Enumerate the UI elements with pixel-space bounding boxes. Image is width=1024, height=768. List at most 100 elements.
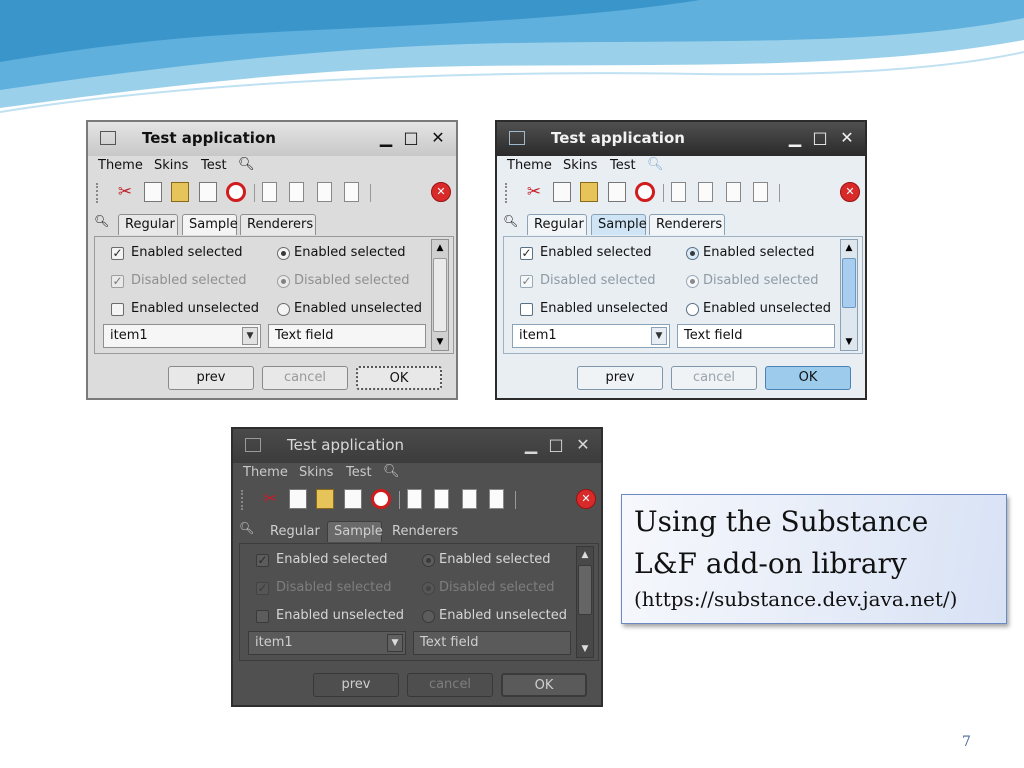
scroll-thumb[interactable] [842,258,856,308]
item-combo-box[interactable]: item1 ▼ [103,324,261,348]
scroll-down-icon[interactable]: ▼ [432,334,448,350]
tab-regular[interactable]: Regular [263,521,323,542]
align-right-icon[interactable] [462,489,477,509]
align-center-icon[interactable] [434,489,449,509]
menu-theme[interactable]: Theme [98,158,143,173]
menu-skins[interactable]: Skins [154,158,188,173]
chevron-down-icon[interactable]: ▼ [387,634,403,652]
checkbox-unchecked[interactable] [520,303,533,316]
checkbox-checked[interactable]: ✓ [111,247,124,260]
title-bar[interactable]: Test application ▁ □ ✕ [497,122,865,156]
radio-selected[interactable] [277,247,290,260]
exit-icon[interactable]: ✕ [431,182,451,202]
item-combo-box[interactable]: item1 ▼ [512,324,670,348]
align-center-icon[interactable] [698,182,713,202]
menu-theme[interactable]: Theme [507,158,552,173]
prev-button[interactable]: prev [577,366,663,390]
exit-icon[interactable]: ✕ [840,182,860,202]
align-left-icon[interactable] [671,182,686,202]
title-bar[interactable]: Test application ▁ □ ✕ [88,122,456,156]
tab-regular[interactable]: Regular [527,214,587,235]
search-icon[interactable]: 🔍︎ [239,521,254,535]
menu-test[interactable]: Test [201,158,227,173]
minimize-icon[interactable]: ▁ [785,128,805,148]
chevron-down-icon[interactable]: ▼ [242,327,258,345]
stop-icon[interactable] [371,489,391,509]
scroll-thumb[interactable] [433,258,447,332]
paste-icon[interactable] [580,182,598,202]
search-icon[interactable]: 🔍︎ [238,157,255,172]
delete-icon[interactable] [608,182,626,202]
toolbar-grip[interactable] [505,183,511,203]
checkbox-checked[interactable]: ✓ [256,554,269,567]
chevron-down-icon[interactable]: ▼ [651,327,667,345]
ok-button[interactable]: OK [356,366,442,390]
vertical-scrollbar[interactable]: ▲ ▼ [840,239,858,351]
stop-icon[interactable] [635,182,655,202]
scroll-down-icon[interactable]: ▼ [577,641,593,657]
tab-sample[interactable]: Sample [591,214,647,235]
menu-theme[interactable]: Theme [243,465,288,480]
tab-renderers[interactable]: Renderers [240,214,316,235]
align-justify-icon[interactable] [753,182,768,202]
close-icon[interactable]: ✕ [837,128,857,148]
maximize-icon[interactable]: □ [401,128,421,148]
cut-icon[interactable]: ✂ [525,182,543,202]
checkbox-unchecked[interactable] [111,303,124,316]
scroll-up-icon[interactable]: ▲ [432,240,448,256]
search-icon[interactable]: 🔍︎ [503,214,518,228]
tab-regular[interactable]: Regular [118,214,178,235]
align-right-icon[interactable] [317,182,332,202]
checkbox-checked[interactable]: ✓ [520,247,533,260]
search-icon[interactable]: 🔍︎ [383,464,400,479]
search-icon[interactable]: 🔍︎ [94,214,109,228]
copy-icon[interactable] [144,182,162,202]
menu-test[interactable]: Test [346,465,372,480]
copy-icon[interactable] [553,182,571,202]
cut-icon[interactable]: ✂ [261,489,279,509]
text-field[interactable]: Text field [677,324,835,348]
align-left-icon[interactable] [262,182,277,202]
tab-sample[interactable]: Sample [182,214,238,235]
minimize-icon[interactable]: ▁ [376,128,396,148]
cancel-button[interactable]: cancel [671,366,757,390]
prev-button[interactable]: prev [313,673,399,697]
scroll-up-icon[interactable]: ▲ [841,240,857,256]
delete-icon[interactable] [344,489,362,509]
close-icon[interactable]: ✕ [573,435,593,455]
radio-unselected[interactable] [686,303,699,316]
tab-renderers[interactable]: Renderers [649,214,725,235]
minimize-icon[interactable]: ▁ [521,435,541,455]
align-left-icon[interactable] [407,489,422,509]
maximize-icon[interactable]: □ [546,435,566,455]
cancel-button[interactable]: cancel [262,366,348,390]
radio-selected[interactable] [686,247,699,260]
cut-icon[interactable]: ✂ [116,182,134,202]
ok-button[interactable]: OK [501,673,587,697]
text-field[interactable]: Text field [413,631,571,655]
menu-skins[interactable]: Skins [299,465,333,480]
paste-icon[interactable] [171,182,189,202]
maximize-icon[interactable]: □ [810,128,830,148]
text-field[interactable]: Text field [268,324,426,348]
align-justify-icon[interactable] [489,489,504,509]
scroll-thumb[interactable] [578,565,592,615]
copy-icon[interactable] [289,489,307,509]
toolbar-grip[interactable] [96,183,102,203]
align-justify-icon[interactable] [344,182,359,202]
paste-icon[interactable] [316,489,334,509]
ok-button[interactable]: OK [765,366,851,390]
align-right-icon[interactable] [726,182,741,202]
menu-test[interactable]: Test [610,158,636,173]
prev-button[interactable]: prev [168,366,254,390]
close-icon[interactable]: ✕ [428,128,448,148]
tab-renderers[interactable]: Renderers [385,521,461,542]
align-center-icon[interactable] [289,182,304,202]
vertical-scrollbar[interactable]: ▲ ▼ [431,239,449,351]
cancel-button[interactable]: cancel [407,673,493,697]
title-bar[interactable]: Test application ▁ □ ✕ [233,429,601,463]
vertical-scrollbar[interactable]: ▲ ▼ [576,546,594,658]
radio-unselected[interactable] [422,610,435,623]
radio-selected[interactable] [422,554,435,567]
toolbar-grip[interactable] [241,490,247,510]
